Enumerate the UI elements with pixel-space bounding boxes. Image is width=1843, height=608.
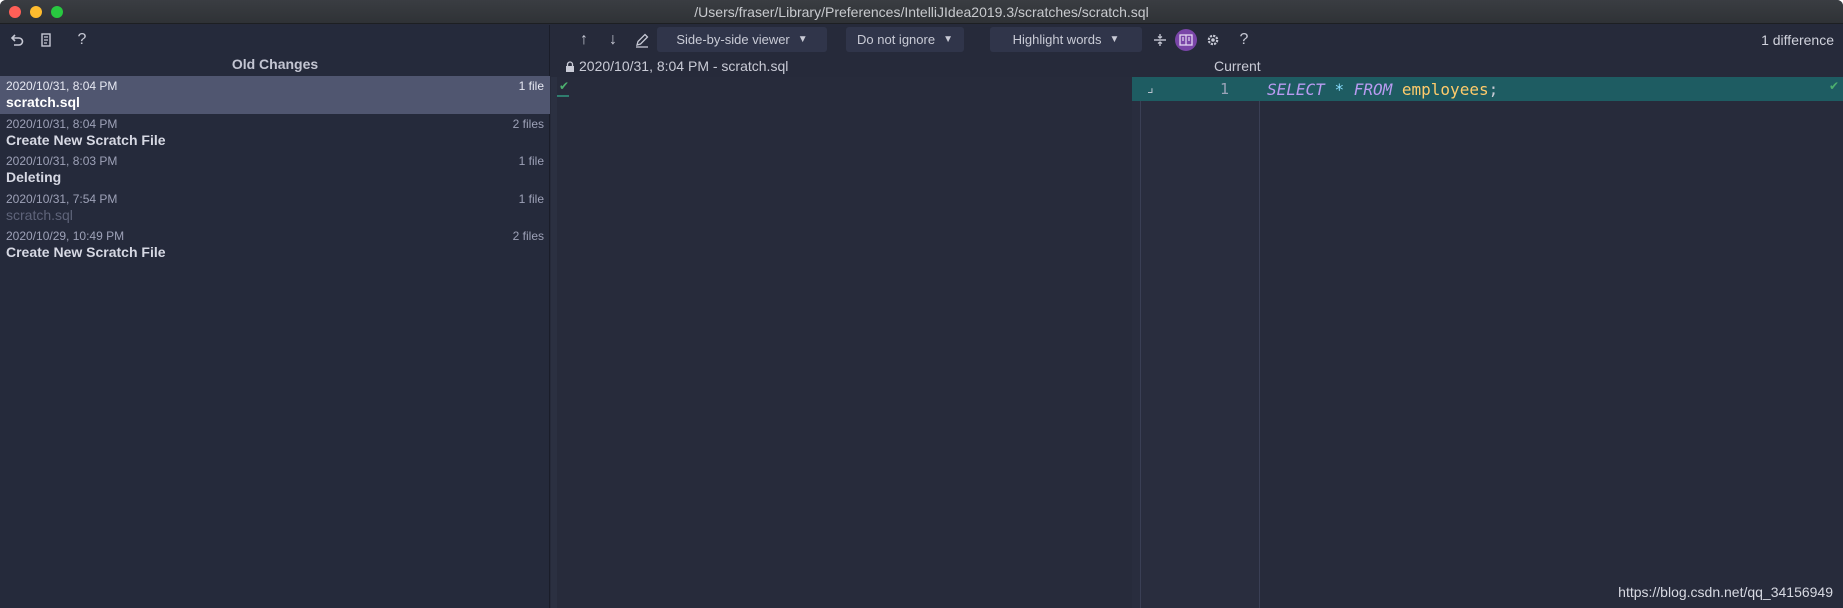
sql-keyword: FROM <box>1353 80 1393 99</box>
pencil-icon <box>634 32 650 48</box>
list-item[interactable]: 2020/10/31, 7:54 PM 1 file scratch.sql <box>0 189 550 227</box>
viewer-mode-value: Side-by-side viewer <box>676 32 790 47</box>
left-editor-gutter <box>551 77 557 608</box>
create-patch-icon <box>38 32 54 48</box>
chevron-down-icon: ▼ <box>943 34 953 45</box>
left-file-header: 2020/10/31, 8:04 PM - scratch.sql <box>565 58 788 74</box>
collapse-unchanged-button[interactable] <box>1149 29 1171 51</box>
collapse-icon <box>1152 32 1168 48</box>
ide-window: /Users/fraser/Library/Preferences/Intell… <box>0 0 1843 608</box>
window-title: /Users/fraser/Library/Preferences/Intell… <box>694 4 1149 20</box>
changed-line-highlight: ⌟ 1 SELECT * FROM employees; ✔ <box>1132 77 1843 101</box>
check-icon: ✔ <box>1828 79 1839 93</box>
settings-button[interactable] <box>1202 29 1224 51</box>
right-editor[interactable]: ⌟ 1 SELECT * FROM employees; ✔ <box>1132 77 1843 608</box>
change-label: Create New Scratch File <box>6 131 166 148</box>
next-difference-button[interactable]: ↓ <box>602 29 624 51</box>
ignore-whitespace-value: Do not ignore <box>857 32 936 47</box>
ignore-whitespace-dropdown[interactable]: Do not ignore ▼ <box>846 27 964 52</box>
left-editor[interactable]: ✔ <box>551 77 1139 608</box>
check-icon: ✔ <box>559 79 570 93</box>
highlight-mode-value: Highlight words <box>1012 32 1102 47</box>
change-label: scratch.sql <box>6 94 80 110</box>
create-patch-button[interactable] <box>35 29 57 51</box>
local-history-panel: ? Old Changes 2020/10/31, 8:04 PM 1 file… <box>0 25 550 608</box>
list-item[interactable]: 2020/10/31, 8:04 PM 1 file scratch.sql <box>0 76 550 114</box>
panel-title: Old Changes <box>231 56 319 72</box>
apply-change-icon[interactable]: ⌟ <box>1147 79 1154 96</box>
revert-button[interactable] <box>6 29 28 51</box>
highlight-mode-dropdown[interactable]: Highlight words ▼ <box>990 27 1142 52</box>
change-file-count: 2 files <box>512 116 544 131</box>
lock-icon <box>565 60 575 72</box>
undo-icon <box>9 32 25 48</box>
edit-source-button[interactable] <box>631 29 653 51</box>
diff-toolbar: ↑ ↓ Side-by-side viewer ▼ Do not ignore … <box>551 25 1843 55</box>
difference-count: 1 difference <box>1761 32 1834 48</box>
list-item[interactable]: 2020/10/29, 10:49 PM 2 files Create New … <box>0 226 550 264</box>
change-file-count: 2 files <box>512 229 544 243</box>
gutter-separator <box>1140 77 1141 608</box>
list-item[interactable]: 2020/10/31, 8:04 PM 2 files Create New S… <box>0 114 550 152</box>
change-date: 2020/10/31, 7:54 PM <box>6 191 118 206</box>
watermark: https://blog.csdn.net/qq_34156949 <box>1618 584 1833 600</box>
change-file-count: 1 file <box>518 191 544 206</box>
line-number: 1 <box>1219 80 1229 98</box>
change-file-count: 1 file <box>518 154 544 168</box>
viewer-mode-dropdown[interactable]: Side-by-side viewer ▼ <box>657 27 827 52</box>
change-date: 2020/10/29, 10:49 PM <box>6 229 125 243</box>
sql-keyword: SELECT <box>1267 80 1325 99</box>
diff-help-button[interactable]: ? <box>1233 29 1255 51</box>
sql-table-name: employees <box>1401 80 1489 99</box>
history-toolbar: ? <box>0 25 550 55</box>
diff-headers: 2020/10/31, 8:04 PM - scratch.sql Curren… <box>551 55 1843 77</box>
diff-area: ↑ ↓ Side-by-side viewer ▼ Do not ignore … <box>551 25 1843 608</box>
change-label: scratch.sql <box>6 206 73 223</box>
chevron-down-icon: ▼ <box>797 34 808 45</box>
sql-semicolon: ; <box>1488 80 1499 99</box>
code-line: SELECT * FROM employees; <box>1267 80 1498 99</box>
change-file-count: 1 file <box>518 79 544 93</box>
sync-scroll-icon <box>1178 32 1194 48</box>
sql-operator: * <box>1334 80 1345 99</box>
title-bar: /Users/fraser/Library/Preferences/Intell… <box>0 0 1843 24</box>
change-date: 2020/10/31, 8:03 PM <box>6 154 118 168</box>
help-button[interactable]: ? <box>71 29 93 51</box>
change-label: Deleting <box>6 169 62 185</box>
right-editor-gutter <box>1132 77 1260 608</box>
previous-difference-button[interactable]: ↑ <box>573 29 595 51</box>
change-label: Create New Scratch File <box>6 244 166 260</box>
chevron-down-icon: ▼ <box>1109 34 1120 45</box>
synchronize-scrolling-toggle[interactable] <box>1175 29 1197 51</box>
list-item[interactable]: 2020/10/31, 8:03 PM 1 file Deleting <box>0 151 550 189</box>
change-date: 2020/10/31, 8:04 PM <box>6 79 118 93</box>
left-file-title: 2020/10/31, 8:04 PM - scratch.sql <box>579 58 789 74</box>
gear-icon <box>1205 32 1221 48</box>
changes-list: 2020/10/31, 8:04 PM 1 file scratch.sql 2… <box>0 76 550 264</box>
change-date: 2020/10/31, 8:04 PM <box>6 116 118 131</box>
deleted-line-marker <box>557 95 569 97</box>
right-file-header: Current <box>1214 58 1261 74</box>
